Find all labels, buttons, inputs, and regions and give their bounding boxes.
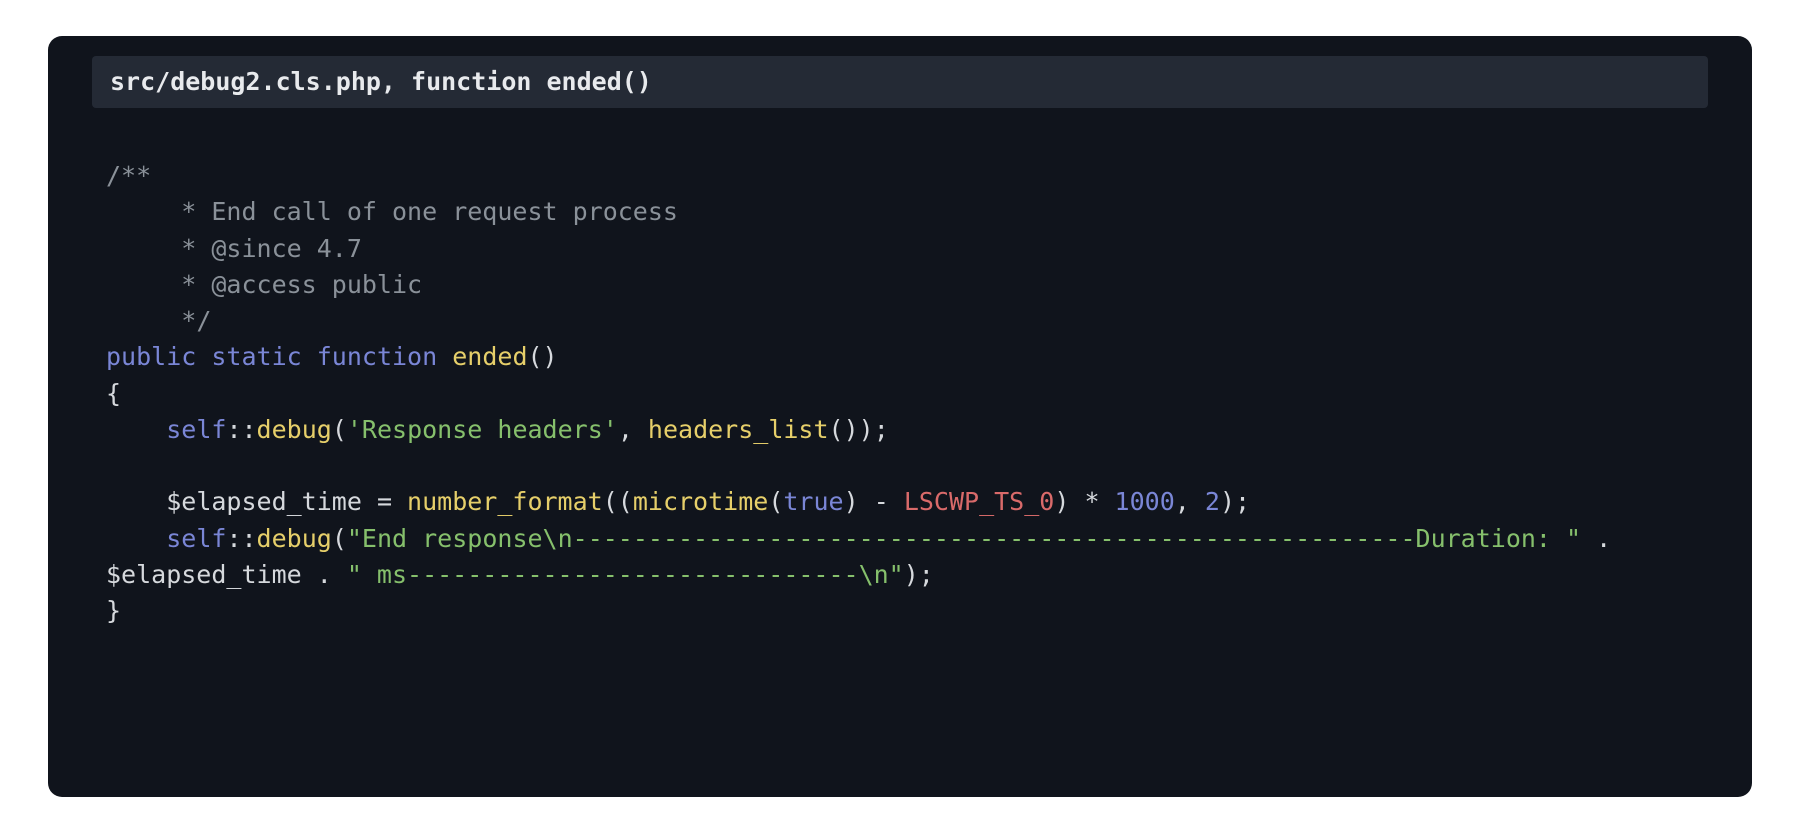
num-1000: 1000 <box>1115 487 1175 516</box>
kw-function: function <box>317 342 437 371</box>
dcolon-2: :: <box>226 524 256 553</box>
rp-1: ) <box>859 415 874 444</box>
str-end-response: "End response\n-------------------------… <box>347 524 1581 553</box>
comment-l2: * @since 4.7 <box>106 234 362 263</box>
semi-3: ; <box>919 560 934 589</box>
code-panel: src/debug2.cls.php, function ended() /**… <box>48 36 1752 797</box>
empty-paren-1: () <box>829 415 859 444</box>
lp-2: ( <box>603 487 618 516</box>
num-2: 2 <box>1205 487 1220 516</box>
kw-public: public <box>106 342 196 371</box>
lp-5: ( <box>332 524 347 553</box>
const-ts0: LSCWP_TS_0 <box>904 487 1055 516</box>
self-2: self <box>166 524 226 553</box>
str-response-headers: 'Response headers' <box>347 415 618 444</box>
comment-l3: * @access public <box>106 270 422 299</box>
kw-static: static <box>211 342 301 371</box>
lp-3: ( <box>618 487 633 516</box>
minus: - <box>859 487 904 516</box>
lp-4: ( <box>768 487 783 516</box>
comment-l1: * End call of one request process <box>106 197 678 226</box>
rp-4: ) <box>1220 487 1235 516</box>
fn-name: ended <box>452 342 527 371</box>
var-elapsed-2: $elapsed_time <box>106 560 302 589</box>
headers-list: headers_list <box>648 415 829 444</box>
var-elapsed-1: $elapsed_time <box>166 487 362 516</box>
paren-pair: () <box>528 342 558 371</box>
str-ms-tail: " ms------------------------------\n" <box>347 560 904 589</box>
indent-3 <box>106 524 166 553</box>
number-format: number_format <box>407 487 603 516</box>
indent-2 <box>106 487 166 516</box>
rp-3: ) <box>1054 487 1069 516</box>
code-block: /** * End call of one request process * … <box>106 158 1708 629</box>
dot-1: . <box>1581 524 1626 553</box>
brace-close: } <box>106 596 121 625</box>
indent <box>106 415 166 444</box>
dcolon-1: :: <box>226 415 256 444</box>
comment-close: */ <box>106 306 211 335</box>
eq: = <box>362 487 407 516</box>
microtime: microtime <box>633 487 768 516</box>
comment-open: /** <box>106 161 151 190</box>
self-1: self <box>166 415 226 444</box>
code-title: src/debug2.cls.php, function ended() <box>92 56 1708 108</box>
brace-open: { <box>106 379 121 408</box>
comma-2: , <box>1175 487 1205 516</box>
semi-2: ; <box>1235 487 1250 516</box>
times: * <box>1069 487 1114 516</box>
dot-2: . <box>302 560 347 589</box>
true: true <box>783 487 843 516</box>
semi-1: ; <box>874 415 889 444</box>
rp-2: ) <box>844 487 859 516</box>
rp-5: ) <box>904 560 919 589</box>
lp-1: ( <box>332 415 347 444</box>
debug-2: debug <box>257 524 332 553</box>
comma-1: , <box>618 415 648 444</box>
debug-1: debug <box>257 415 332 444</box>
